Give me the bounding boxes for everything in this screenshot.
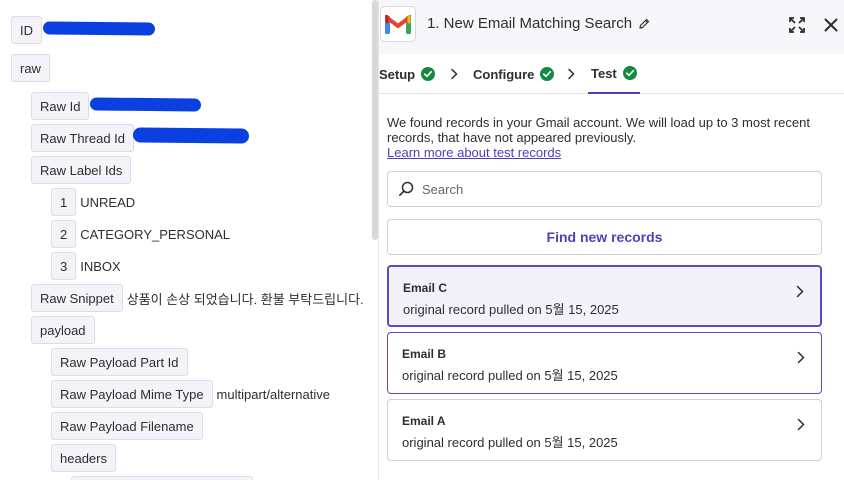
tree-value-label-3: INBOX — [80, 258, 121, 274]
tree-key-raw-label-ids[interactable]: Raw Label Ids — [31, 156, 132, 184]
tree-key-raw-payload-filename[interactable]: Raw Payload Filename — [51, 412, 203, 440]
chevron-right-icon — [795, 349, 807, 365]
tree-row-raw-label-ids: Raw Label Ids — [31, 156, 132, 184]
tab-test[interactable]: Test — [588, 54, 640, 94]
record-subtitle: original record pulled on 5월 15, 2025 — [402, 435, 618, 450]
tree-row-label-3: 3 INBOX — [51, 252, 121, 280]
tree-row-id: ID — [11, 16, 42, 44]
find-new-records-button[interactable]: Find new records — [387, 219, 822, 255]
tree-key-raw-payload-part-id[interactable]: Raw Payload Part Id — [51, 348, 188, 376]
record-subtitle: original record pulled on 5월 15, 2025 — [402, 368, 618, 383]
record-search[interactable] — [387, 171, 822, 207]
tree-row-raw-payload-filename: Raw Payload Filename — [51, 412, 203, 440]
tree-row-raw-id: Raw Id — [31, 92, 90, 120]
check-circle-icon — [540, 67, 555, 81]
tree-key-raw-snippet[interactable]: Raw Snippet — [31, 284, 123, 312]
tree-key-payload[interactable]: payload — [31, 316, 95, 344]
record-name: Email B — [402, 347, 447, 361]
tree-index-2[interactable]: 2 — [51, 220, 77, 248]
test-intro: We found records in your Gmail account. … — [387, 115, 827, 160]
tab-setup-label: Setup — [379, 66, 416, 82]
gmail-icon — [380, 6, 416, 42]
tree-row-raw-payload-part-id: Raw Payload Part Id — [51, 348, 188, 376]
tree-key-raw-id[interactable]: Raw Id — [31, 92, 90, 120]
tree-index-3[interactable]: 3 — [51, 252, 77, 280]
close-icon[interactable] — [820, 14, 842, 36]
record-name: Email A — [402, 414, 446, 428]
step-panel: 1. New Email Matching Search Setup Confi… — [378, 0, 844, 480]
tree-value-raw-snippet: 상품이 손상 되었습니다. 환불 부탁드립니다. — [126, 291, 364, 307]
tree-value-label-2: CATEGORY_PERSONAL — [80, 226, 231, 242]
chevron-right-icon — [795, 416, 807, 432]
record-subtitle: original record pulled on 5월 15, 2025 — [403, 302, 619, 317]
tree-row-label-1: 1 UNREAD — [51, 188, 135, 216]
record-name: Email C — [403, 281, 448, 295]
tree-row-raw-snippet: Raw Snippet 상품이 손상 되었습니다. 환불 부탁드립니다. — [31, 284, 364, 312]
tree-key-raw[interactable]: raw — [11, 54, 50, 82]
tree-row-raw-payload-mime-type: Raw Payload Mime Type multipart/alternat… — [51, 380, 330, 408]
tree-value-label-1: UNREAD — [80, 194, 136, 210]
chevron-right-icon — [564, 66, 578, 82]
step-tabs: Setup Configure Test — [379, 54, 844, 94]
learn-more-link[interactable]: Learn more about test records — [387, 145, 561, 160]
tree-key-headers[interactable]: headers — [51, 444, 116, 472]
tree-key-raw-thread-id[interactable]: Raw Thread Id — [31, 124, 135, 152]
tab-test-label: Test — [591, 65, 617, 81]
record-item[interactable]: Email A original record pulled on 5월 15,… — [387, 399, 822, 461]
search-icon — [398, 181, 414, 197]
tree-row-raw: raw — [11, 54, 50, 82]
check-circle-icon — [622, 66, 637, 80]
step-title: 1. New Email Matching Search — [427, 15, 650, 32]
redacted-thread-id-value — [132, 127, 250, 144]
intro-text: We found records in your Gmail account. … — [387, 115, 810, 145]
record-item[interactable]: Email C original record pulled on 5월 15,… — [387, 265, 822, 327]
redacted-raw-id-value — [89, 97, 202, 112]
record-item[interactable]: Email B original record pulled on 5월 15,… — [387, 332, 822, 394]
chevron-right-icon — [447, 66, 461, 82]
tree-value-raw-payload-mime-type: multipart/alternative — [216, 386, 330, 402]
tree-row-label-2: 2 CATEGORY_PERSONAL — [51, 220, 230, 248]
tree-row-partial[interactable] — [71, 476, 253, 480]
tree-key-id[interactable]: ID — [11, 16, 42, 44]
step-title-text: 1. New Email Matching Search — [427, 15, 633, 32]
tree-row-headers: headers — [51, 444, 116, 472]
redacted-id-value — [42, 21, 156, 36]
expand-icon[interactable] — [786, 14, 808, 36]
output-data-tree: ID raw Raw Id Raw Thread Id Raw Label Id… — [0, 0, 378, 480]
tree-row-raw-thread-id: Raw Thread Id — [31, 124, 135, 152]
tree-index-1[interactable]: 1 — [51, 188, 77, 216]
tab-configure-label: Configure — [473, 66, 535, 82]
search-input[interactable] — [422, 181, 802, 197]
tree-key-raw-payload-mime-type[interactable]: Raw Payload Mime Type — [51, 380, 213, 408]
edit-pencil-icon[interactable] — [638, 18, 650, 30]
tab-setup[interactable]: Setup — [379, 54, 436, 94]
panel-header: 1. New Email Matching Search — [379, 0, 844, 54]
chevron-right-icon — [794, 283, 806, 299]
check-circle-icon — [421, 67, 436, 81]
tab-configure[interactable]: Configure — [473, 54, 555, 94]
tree-row-payload: payload — [31, 316, 95, 344]
